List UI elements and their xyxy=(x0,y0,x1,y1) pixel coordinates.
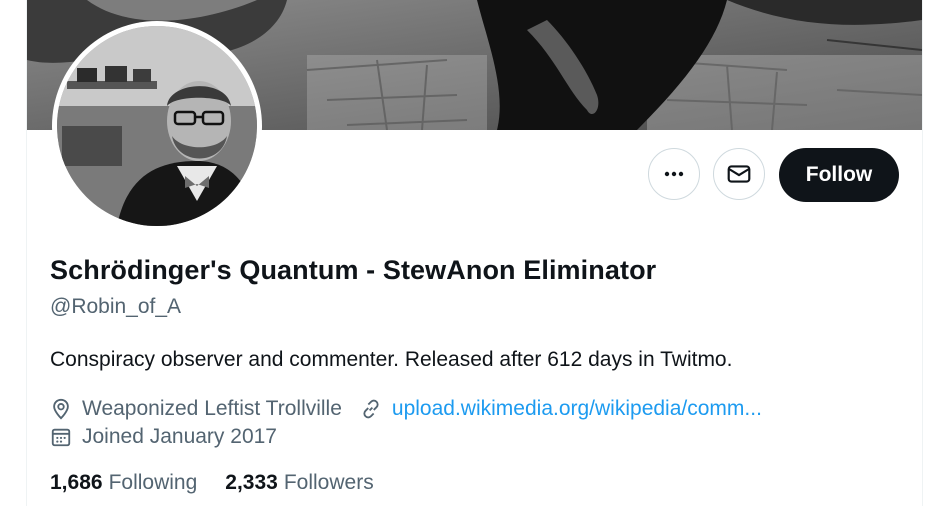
message-button[interactable] xyxy=(713,148,765,200)
joined-date: Joined January 2017 xyxy=(82,425,277,448)
following-label: Following xyxy=(108,471,198,494)
follow-button[interactable]: Follow xyxy=(779,148,899,202)
followers-label: Followers xyxy=(283,471,374,494)
following-stat[interactable]: 1,686 Following xyxy=(50,471,197,495)
more-options-button[interactable] xyxy=(648,148,700,200)
followers-count: 2,333 xyxy=(225,471,278,494)
calendar-icon xyxy=(50,426,72,448)
profile-joined-row: Joined January 2017 xyxy=(50,425,277,449)
followers-stat[interactable]: 2,333 Followers xyxy=(225,471,373,495)
profile-avatar[interactable] xyxy=(52,21,262,231)
link-icon xyxy=(360,398,382,420)
location-pin-icon xyxy=(50,398,72,420)
column-border-right xyxy=(922,0,923,506)
envelope-icon xyxy=(727,165,751,183)
follow-stats: 1,686 Following 2,333 Followers xyxy=(50,471,402,495)
profile-location: Weaponized Leftist Trollville xyxy=(82,397,342,420)
user-handle: @Robin_of_A xyxy=(50,295,182,318)
following-count: 1,686 xyxy=(50,471,103,494)
profile-website-link[interactable]: upload.wikimedia.org/wikipedia/comm... xyxy=(392,397,762,421)
avatar-photo xyxy=(57,26,257,226)
profile-meta-row: Weaponized Leftist Trollville upload.wik… xyxy=(50,397,762,421)
more-icon xyxy=(664,171,684,177)
display-name: Schrödinger's Quantum - StewAnon Elimina… xyxy=(50,255,657,285)
profile-bio: Conspiracy observer and commenter. Relea… xyxy=(50,348,733,371)
